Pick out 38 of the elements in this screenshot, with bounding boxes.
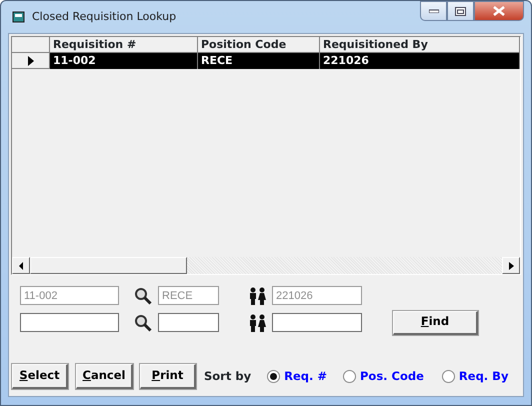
column-header[interactable]: Requisitioned By [320, 37, 520, 53]
window-icon [12, 10, 26, 24]
input-field[interactable] [158, 313, 219, 332]
find-button[interactable]: Find [393, 310, 478, 334]
input-field: 11-002 [20, 286, 119, 305]
minimize-button[interactable] [420, 1, 447, 21]
scroll-right-button[interactable] [502, 257, 520, 274]
sort-option[interactable]: Pos. Code [343, 368, 424, 386]
column-header[interactable]: Position Code [198, 37, 320, 53]
close-button[interactable] [474, 1, 524, 21]
horizontal-scrollbar[interactable] [12, 257, 520, 274]
table-cell: 11-002 [50, 53, 198, 69]
maximize-button[interactable] [447, 1, 474, 21]
sort-option[interactable]: Req. By [442, 368, 508, 386]
sort-option[interactable]: Req. # [267, 368, 327, 386]
table-cell: 221026 [320, 53, 520, 69]
search-icon [134, 286, 152, 304]
scroll-thumb[interactable] [30, 257, 187, 274]
search-icon [134, 314, 152, 332]
action-button[interactable]: Cancel [76, 364, 133, 389]
minimize-icon [428, 9, 438, 13]
table-cell: RECE [198, 53, 320, 69]
input-field[interactable] [272, 313, 362, 332]
input-field: RECE [158, 286, 219, 305]
input-field: 221026 [272, 286, 362, 305]
action-button[interactable]: Select [12, 364, 68, 389]
window-title: Closed Requisition Lookup [32, 8, 176, 25]
action-button[interactable]: Print [140, 364, 196, 389]
right-arrow-icon [508, 262, 514, 270]
scroll-left-button[interactable] [12, 257, 30, 274]
left-arrow-icon [18, 262, 24, 270]
sort-label: Sort by [204, 368, 252, 385]
close-icon [493, 6, 505, 16]
maximize-icon [455, 6, 466, 16]
people-icon [248, 314, 267, 332]
input-field[interactable] [20, 313, 119, 332]
column-header[interactable]: Requisition # [50, 37, 198, 53]
people-icon [248, 286, 267, 304]
